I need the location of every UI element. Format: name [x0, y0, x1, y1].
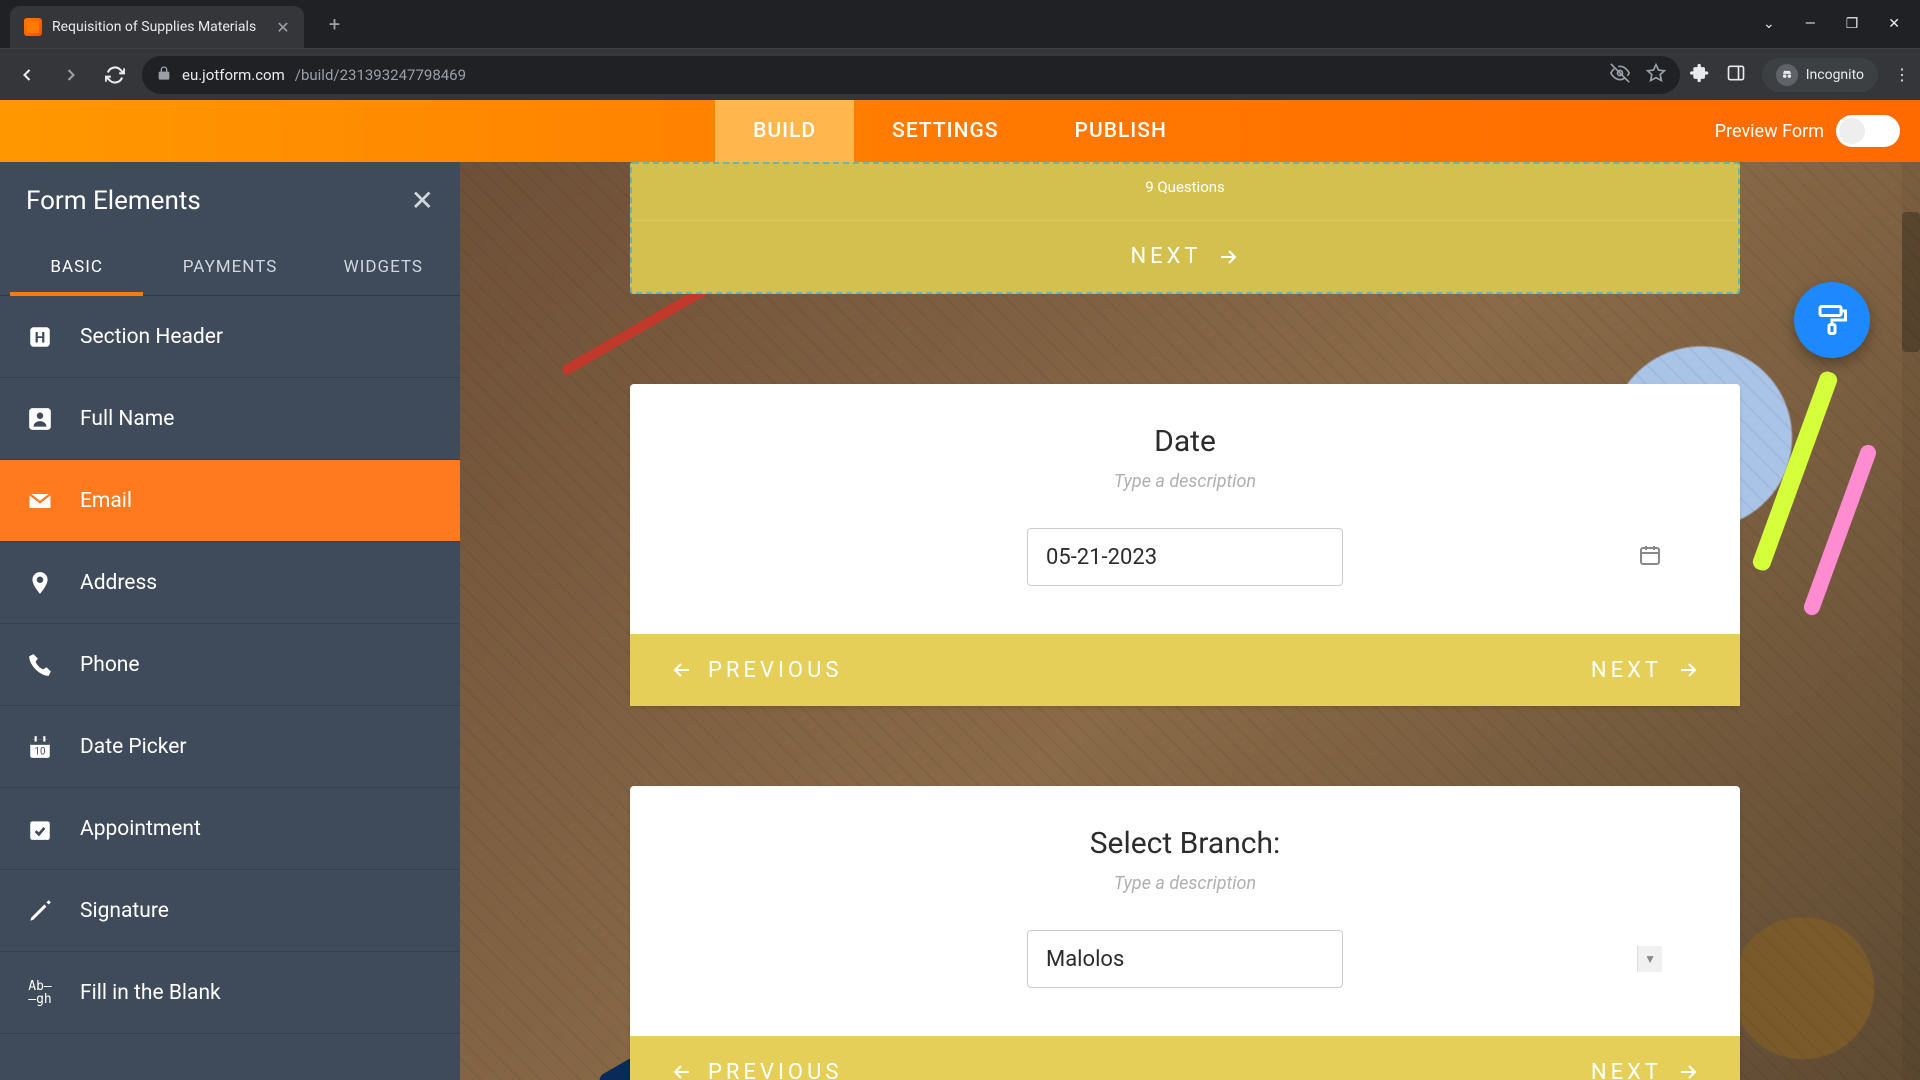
question-count: 9 Questions [632, 164, 1738, 220]
kebab-menu-icon[interactable]: ⋮ [1894, 65, 1910, 84]
tab-build[interactable]: BUILD [715, 100, 854, 162]
tab-settings[interactable]: SETTINGS [854, 100, 1036, 162]
tab-publish[interactable]: PUBLISH [1037, 100, 1205, 162]
date-next-button[interactable]: NEXT [1591, 658, 1700, 683]
element-label: Signature [80, 899, 169, 923]
new-tab-button[interactable]: + [320, 9, 350, 39]
element-email[interactable]: Email [0, 460, 460, 542]
element-label: Address [80, 571, 157, 595]
paint-roller-icon [1814, 302, 1850, 338]
forward-button[interactable] [54, 58, 88, 92]
lock-icon [156, 65, 172, 85]
sidebar-tab-payments[interactable]: PAYMENTS [153, 239, 306, 295]
heading-icon: H [24, 321, 56, 353]
welcome-card[interactable]: 9 Questions NEXT [630, 162, 1740, 294]
element-full-name[interactable]: Full Name [0, 378, 460, 460]
incognito-label: Incognito [1806, 67, 1864, 83]
element-label: Fill in the Blank [80, 981, 221, 1005]
eye-off-icon[interactable] [1610, 63, 1630, 87]
sidebar-tab-widgets[interactable]: WIDGETS [307, 239, 460, 295]
star-icon[interactable] [1646, 63, 1666, 87]
date-title[interactable]: Date [690, 424, 1680, 459]
url-domain: eu.jotform.com [182, 66, 285, 84]
sidebar-tab-basic[interactable]: BASIC [0, 239, 153, 295]
element-label: Appointment [80, 817, 201, 841]
arrow-right-icon [1676, 658, 1700, 682]
pen-icon [24, 895, 56, 927]
maximize-icon[interactable]: ❐ [1846, 16, 1859, 32]
build-canvas: 9 Questions NEXT Date Type a description [460, 162, 1920, 1080]
branch-next-button[interactable]: NEXT [1591, 1060, 1700, 1080]
tab-title: Requisition of Supplies Materials [52, 19, 256, 35]
tab-search-icon[interactable]: ⌄ [1763, 16, 1775, 32]
element-label: Phone [80, 653, 140, 677]
arrow-right-icon [1676, 1060, 1700, 1080]
person-icon [24, 403, 56, 435]
back-button[interactable] [10, 58, 44, 92]
element-signature[interactable]: Signature [0, 870, 460, 952]
side-panel-icon[interactable] [1726, 63, 1746, 87]
location-icon [24, 567, 56, 599]
arrow-right-icon [1216, 245, 1240, 269]
branch-description[interactable]: Type a description [690, 873, 1680, 894]
branch-previous-button[interactable]: PREVIOUS [670, 1060, 842, 1080]
app-header: BUILD SETTINGS PUBLISH Preview Form [0, 100, 1920, 162]
arrow-left-icon [670, 1060, 694, 1080]
element-phone[interactable]: Phone [0, 624, 460, 706]
envelope-icon [24, 485, 56, 517]
preview-toggle[interactable] [1836, 115, 1900, 147]
close-window-icon[interactable]: ✕ [1888, 16, 1900, 32]
jotform-favicon [24, 18, 42, 36]
element-label: Full Name [80, 407, 174, 431]
canvas-scrollbar[interactable] [1902, 162, 1920, 1080]
date-nav-bar: PREVIOUS NEXT [630, 634, 1740, 706]
browser-tab[interactable]: Requisition of Supplies Materials ✕ [10, 6, 304, 48]
element-label: Date Picker [80, 735, 186, 759]
preview-form-label: Preview Form [1715, 121, 1824, 142]
form-elements-sidebar: Form Elements ✕ BASIC PAYMENTS WIDGETS H… [0, 162, 460, 1080]
form-designer-fab[interactable] [1794, 282, 1870, 358]
dropdown-caret-icon[interactable]: ▼ [1637, 946, 1662, 972]
element-fill-blank[interactable]: Ab——gh Fill in the Blank [0, 952, 460, 1034]
date-input[interactable] [1027, 528, 1343, 586]
url-field[interactable]: eu.jotform.com/build/231393247798469 [142, 56, 1680, 94]
address-bar: eu.jotform.com/build/231393247798469 Inc… [0, 48, 1920, 100]
svg-text:H: H [35, 328, 46, 346]
close-sidebar-icon[interactable]: ✕ [411, 184, 434, 217]
url-path: /build/231393247798469 [295, 66, 466, 84]
calendar-check-icon [24, 813, 56, 845]
branch-title[interactable]: Select Branch: [690, 826, 1680, 861]
window-controls: ⌄ ― ❐ ✕ [1763, 16, 1920, 32]
incognito-icon [1776, 64, 1798, 86]
minimize-icon[interactable]: ― [1805, 16, 1816, 32]
date-description[interactable]: Type a description [690, 471, 1680, 492]
branch-select[interactable] [1027, 930, 1343, 988]
extensions-icon[interactable] [1690, 63, 1710, 87]
date-previous-button[interactable]: PREVIOUS [670, 658, 842, 683]
element-appointment[interactable]: Appointment [0, 788, 460, 870]
branch-card[interactable]: Select Branch: Type a description ▼ PREV… [630, 786, 1740, 1080]
branch-nav-bar: PREVIOUS NEXT [630, 1036, 1740, 1080]
welcome-next-button[interactable]: NEXT [632, 220, 1738, 292]
element-label: Section Header [80, 325, 223, 349]
element-section-header[interactable]: H Section Header [0, 296, 460, 378]
incognito-badge[interactable]: Incognito [1762, 58, 1878, 92]
arrow-left-icon [670, 658, 694, 682]
date-card[interactable]: Date Type a description PR [630, 384, 1740, 706]
svg-text:10: 10 [35, 746, 46, 757]
element-label: Email [80, 489, 132, 513]
calendar-picker-icon[interactable] [1638, 543, 1662, 571]
sidebar-title: Form Elements [26, 186, 201, 216]
close-tab-icon[interactable]: ✕ [276, 18, 289, 37]
element-address[interactable]: Address [0, 542, 460, 624]
fill-blank-icon: Ab——gh [24, 977, 56, 1009]
reload-button[interactable] [98, 58, 132, 92]
browser-tab-strip: Requisition of Supplies Materials ✕ + ⌄ … [0, 0, 1920, 48]
calendar-icon: 10 [24, 731, 56, 763]
phone-icon [24, 649, 56, 681]
element-date-picker[interactable]: 10 Date Picker [0, 706, 460, 788]
